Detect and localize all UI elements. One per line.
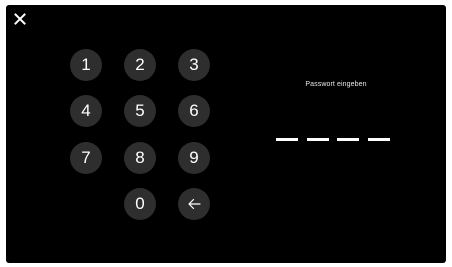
key-2[interactable]: 2: [124, 49, 156, 81]
pin-entry-panel: 1 2 3 4 5 6 7 8 9 0 Passwort eingeben: [6, 5, 446, 263]
key-8[interactable]: 8: [124, 142, 156, 174]
pin-slot: [306, 138, 329, 141]
key-4[interactable]: 4: [70, 95, 102, 127]
pin-slot: [367, 138, 390, 141]
pin-slot: [276, 138, 298, 141]
close-button[interactable]: [12, 11, 28, 27]
close-icon: [14, 13, 26, 25]
password-prompt: Passwort eingeben: [305, 81, 367, 88]
key-1[interactable]: 1: [70, 49, 102, 81]
key-3[interactable]: 3: [178, 49, 210, 81]
key-5[interactable]: 5: [124, 95, 156, 127]
arrow-left-icon: [188, 198, 201, 210]
key-7[interactable]: 7: [70, 142, 102, 174]
key-6[interactable]: 6: [178, 95, 210, 127]
key-9[interactable]: 9: [178, 142, 210, 174]
key-0[interactable]: 0: [124, 188, 156, 220]
pin-indicator: [276, 138, 390, 142]
pin-slot: [337, 138, 360, 141]
screen: 1 2 3 4 5 6 7 8 9 0 Passwort eingeben: [0, 0, 452, 267]
backspace-button[interactable]: [178, 188, 210, 220]
